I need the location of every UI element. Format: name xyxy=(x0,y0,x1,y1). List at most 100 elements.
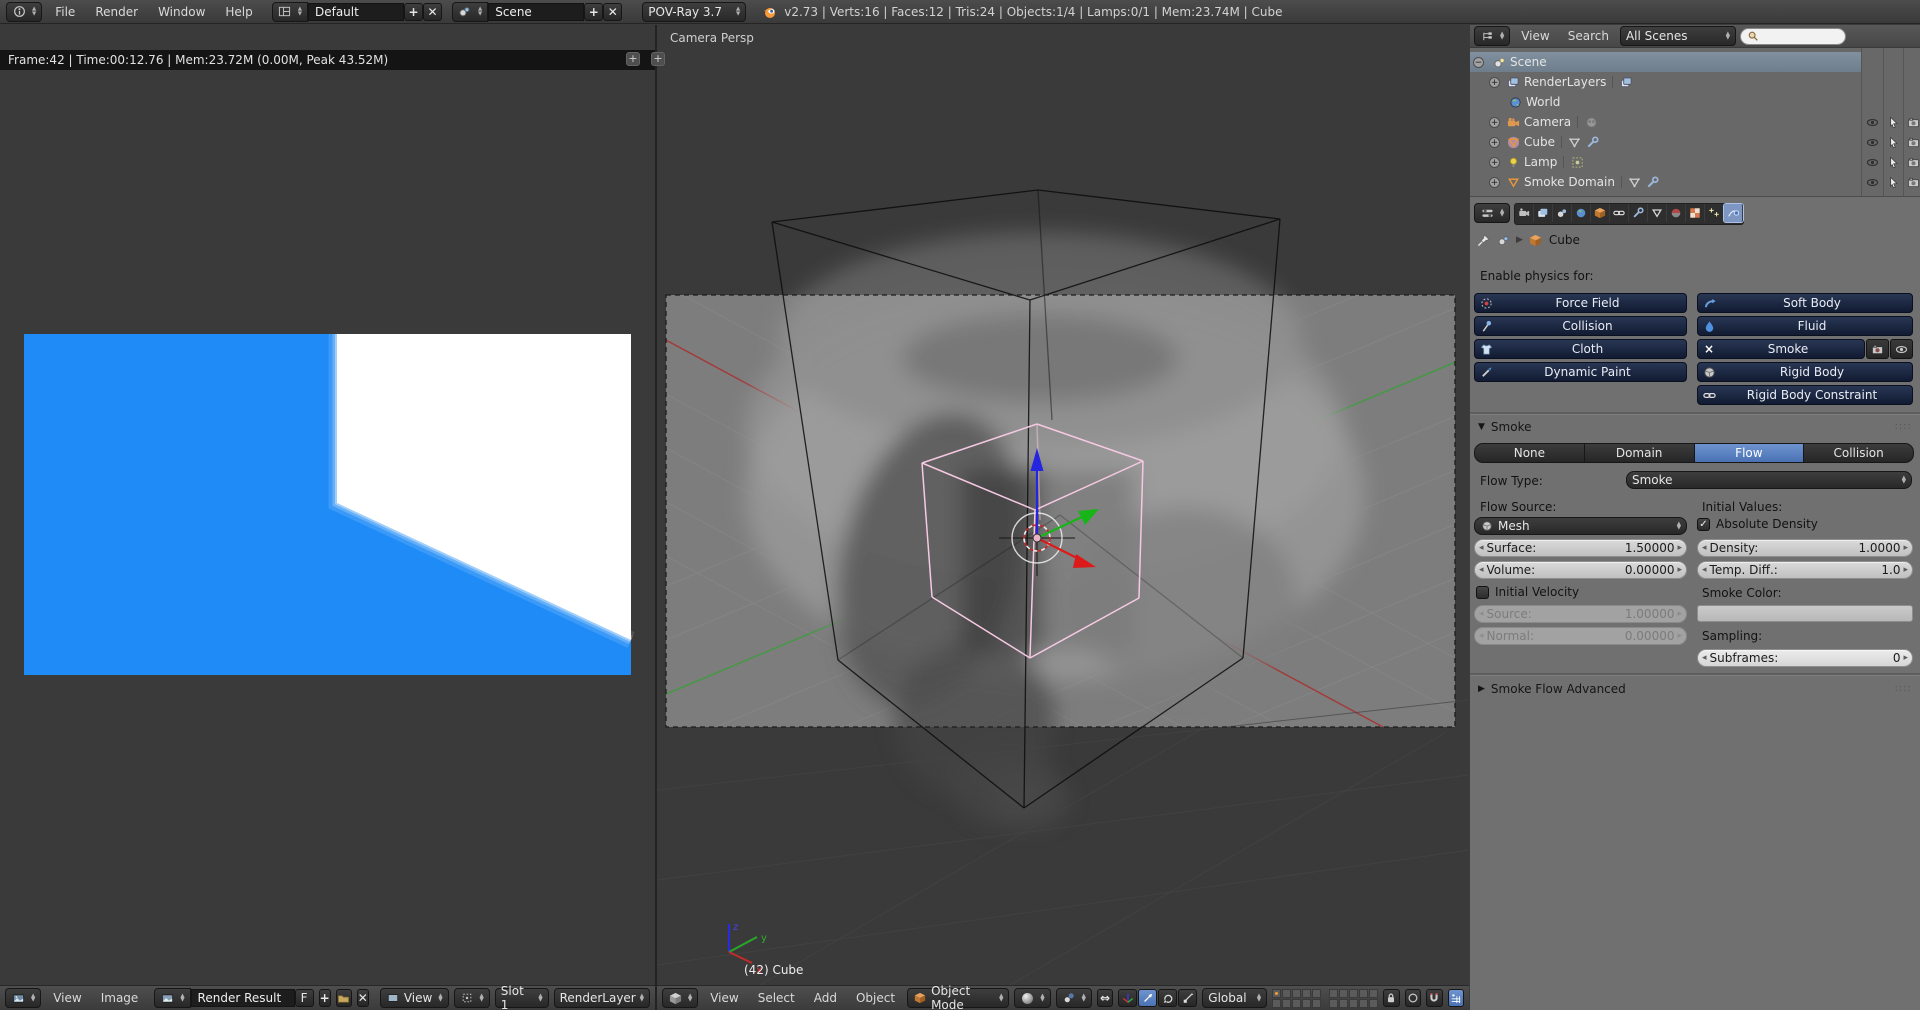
absolute-density-row[interactable]: ✓ Absolute Density xyxy=(1697,517,1818,531)
increment-arrow[interactable]: ▸ xyxy=(1903,653,1908,663)
add-layout-button[interactable]: + xyxy=(404,3,423,21)
menu-select[interactable]: Select xyxy=(751,991,802,1005)
image-name-field[interactable]: Render Result xyxy=(191,989,295,1007)
render-result-canvas[interactable] xyxy=(0,25,655,985)
layers-grid-2[interactable] xyxy=(1329,989,1378,1008)
expand-icon[interactable]: + xyxy=(1489,77,1500,88)
collapse-icon[interactable]: − xyxy=(1473,57,1484,68)
eye-icon[interactable] xyxy=(1865,155,1879,169)
outliner-filter-select[interactable]: All Scenes▲▼ xyxy=(1620,26,1736,46)
fluid-button[interactable]: Fluid xyxy=(1697,316,1913,336)
tab-texture[interactable] xyxy=(1686,204,1705,222)
render-restrict-icon[interactable] xyxy=(1906,135,1920,149)
flow-source-select[interactable]: Mesh ▲▼ xyxy=(1474,517,1687,535)
smoke-view-toggle[interactable] xyxy=(1890,339,1913,359)
smoke-color-swatch[interactable] xyxy=(1697,605,1913,622)
outliner-row-renderlayers[interactable]: + RenderLayers xyxy=(1470,72,1920,92)
expand-icon[interactable]: + xyxy=(1489,117,1500,128)
tab-material[interactable] xyxy=(1667,204,1686,222)
manipulator-translate-button[interactable] xyxy=(1138,989,1157,1007)
tab-modifiers[interactable] xyxy=(1629,204,1648,222)
screen-layout-browse-button[interactable]: ▲▼ xyxy=(272,2,308,22)
initial-velocity-row[interactable]: Initial Velocity xyxy=(1476,585,1579,599)
manipulator-scale-button[interactable] xyxy=(1178,989,1197,1007)
menu-render[interactable]: Render xyxy=(88,5,145,19)
increment-arrow[interactable]: ▸ xyxy=(1677,565,1682,575)
unlink-image-button[interactable]: ✕ xyxy=(357,989,369,1007)
menu-object[interactable]: Object xyxy=(849,991,902,1005)
panel-drag-dots[interactable]: :::: xyxy=(1895,683,1912,694)
menu-image[interactable]: Image xyxy=(94,991,146,1005)
eye-icon[interactable] xyxy=(1865,175,1879,189)
tab-constraints[interactable] xyxy=(1610,204,1629,222)
smoke-type-collision[interactable]: Collision xyxy=(1804,443,1914,463)
volume-field[interactable]: ◂ Volume: 0.00000 ▸ xyxy=(1474,561,1687,579)
snap-toggle-button[interactable] xyxy=(1426,989,1442,1007)
mode-select[interactable]: Object Mode ▲▼ xyxy=(907,988,1009,1008)
render-layer-select[interactable]: RenderLayer▲▼ xyxy=(554,988,650,1008)
tab-render[interactable] xyxy=(1515,204,1534,222)
app-menu-button[interactable]: ▲▼ xyxy=(6,2,42,22)
expand-region-button[interactable]: + xyxy=(651,52,665,66)
pivot-select[interactable]: ▲▼ xyxy=(454,988,490,1008)
smoke-type-domain[interactable]: Domain xyxy=(1585,443,1695,463)
delete-scene-button[interactable]: ✕ xyxy=(603,3,622,21)
image-browse-button[interactable]: ▲▼ xyxy=(154,988,190,1008)
snap-element-button[interactable] xyxy=(1448,989,1464,1007)
force-field-button[interactable]: Force Field xyxy=(1474,293,1687,313)
outliner-row-cube[interactable]: + Cube xyxy=(1470,132,1920,152)
tab-object[interactable] xyxy=(1591,204,1610,222)
viewport-3d[interactable]: z y x (42) Cube Camera Persp + ▲▼ View S… xyxy=(657,25,1469,1010)
increment-arrow[interactable]: ▸ xyxy=(1903,543,1908,553)
menu-search[interactable]: Search xyxy=(1561,29,1616,43)
viewport-shading-select[interactable]: ▲▼ xyxy=(1014,988,1050,1008)
scene-browse-button[interactable]: ▲▼ xyxy=(452,2,488,22)
pivot-point-select[interactable]: ▲▼ xyxy=(1056,988,1092,1008)
cursor-select-icon[interactable] xyxy=(1886,155,1900,169)
manipulator-axis-button[interactable] xyxy=(1118,989,1137,1007)
increment-arrow[interactable]: ▸ xyxy=(1903,565,1908,575)
tab-scene[interactable] xyxy=(1553,204,1572,222)
eye-icon[interactable] xyxy=(1865,135,1879,149)
scene-context-icon[interactable] xyxy=(1496,233,1510,247)
editor-type-button[interactable]: ▲▼ xyxy=(662,988,698,1008)
outliner-row-lamp[interactable]: + Lamp xyxy=(1470,152,1920,172)
absolute-density-checkbox[interactable]: ✓ xyxy=(1697,518,1710,531)
collision-button[interactable]: Collision xyxy=(1474,316,1687,336)
eye-icon[interactable] xyxy=(1865,115,1879,129)
dynamic-paint-button[interactable]: Dynamic Paint xyxy=(1474,362,1687,382)
outliner-search-input[interactable] xyxy=(1740,28,1846,45)
tab-physics[interactable] xyxy=(1724,204,1743,222)
cloth-button[interactable]: Cloth xyxy=(1474,339,1687,359)
smoke-remove-button[interactable]: × Smoke xyxy=(1697,339,1865,359)
decrement-arrow[interactable]: ◂ xyxy=(1479,565,1484,575)
outliner-row-smoke-domain[interactable]: + Smoke Domain xyxy=(1470,172,1920,192)
smoke-flow-advanced-header[interactable]: ▶ Smoke Flow Advanced xyxy=(1478,680,1626,698)
initial-velocity-checkbox[interactable] xyxy=(1476,586,1489,599)
tab-object-data[interactable] xyxy=(1648,204,1667,222)
fake-user-button[interactable]: F xyxy=(295,989,314,1007)
decrement-arrow[interactable]: ◂ xyxy=(1702,565,1707,575)
cursor-select-icon[interactable] xyxy=(1886,115,1900,129)
display-channels-select[interactable]: View ▲▼ xyxy=(380,988,449,1008)
normal-field[interactable]: ◂ Normal: 0.00000 ▸ xyxy=(1474,627,1687,645)
tab-world[interactable] xyxy=(1572,204,1591,222)
manipulator-toggle-button[interactable]: ⇔ xyxy=(1097,989,1113,1007)
delete-layout-button[interactable]: ✕ xyxy=(423,3,442,21)
decrement-arrow[interactable]: ◂ xyxy=(1702,543,1707,553)
surface-field[interactable]: ◂ Surface: 1.50000 ▸ xyxy=(1474,539,1687,557)
lock-to-scene-button[interactable] xyxy=(1383,989,1399,1007)
menu-view[interactable]: View xyxy=(703,991,745,1005)
expand-icon[interactable]: + xyxy=(1489,177,1500,188)
transform-orientation-select[interactable]: Global▲▼ xyxy=(1202,988,1267,1008)
slot-select[interactable]: Slot 1▲▼ xyxy=(495,988,549,1008)
flow-type-select[interactable]: Smoke ▲▼ xyxy=(1626,471,1912,489)
rigid-body-constraint-button[interactable]: Rigid Body Constraint xyxy=(1697,385,1913,405)
rigid-body-button[interactable]: Rigid Body xyxy=(1697,362,1913,382)
density-field[interactable]: ◂ Density: 1.0000 ▸ xyxy=(1697,539,1913,557)
cursor-3d[interactable] xyxy=(1033,534,1041,542)
increment-arrow[interactable]: ▸ xyxy=(1677,543,1682,553)
editor-type-button[interactable]: ▲▼ xyxy=(5,988,41,1008)
smoke-panel-header[interactable]: ▼ Smoke xyxy=(1478,418,1531,436)
open-image-button[interactable] xyxy=(336,989,352,1007)
